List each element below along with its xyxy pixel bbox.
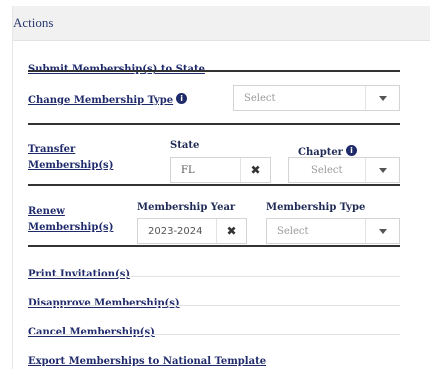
renew-memberships-link[interactable]: Renew Membership(s) bbox=[28, 206, 113, 233]
transfer-line2: Membership(s) bbox=[28, 160, 114, 171]
disapprove-row: Disapprove Membership(s) bbox=[28, 291, 400, 310]
transfer-memberships-link[interactable]: Transfer Membership(s) bbox=[28, 144, 113, 171]
divider bbox=[28, 276, 400, 277]
export-row: Export Memberships to National Template bbox=[28, 349, 400, 368]
divider bbox=[28, 334, 400, 335]
renew-line1: Renew bbox=[28, 206, 65, 217]
membership-type-select[interactable]: Select bbox=[266, 218, 400, 244]
info-icon[interactable]: i bbox=[176, 93, 188, 104]
membership-year-input[interactable]: 2023-2024 ✖ bbox=[137, 218, 247, 244]
info-icon[interactable]: i bbox=[345, 145, 357, 156]
cancel-memberships-link[interactable]: Cancel Membership(s) bbox=[28, 327, 155, 338]
cancel-row: Cancel Membership(s) bbox=[28, 320, 400, 339]
divider bbox=[28, 123, 400, 125]
divider bbox=[28, 305, 400, 306]
clear-icon[interactable]: ✖ bbox=[216, 219, 246, 243]
membership-type-label: Membership Type bbox=[266, 202, 366, 213]
change-membership-type-link[interactable]: Change Membership Type bbox=[28, 95, 173, 106]
clear-icon[interactable]: ✖ bbox=[240, 158, 270, 182]
select-placeholder: Select bbox=[244, 92, 276, 104]
membership-year-label: Membership Year bbox=[137, 202, 236, 213]
disapprove-memberships-link[interactable]: Disapprove Membership(s) bbox=[28, 298, 180, 309]
membership-year-value: 2023-2024 bbox=[148, 225, 203, 237]
change-type-select[interactable]: Select bbox=[233, 85, 400, 111]
submit-row: Submit Membership(s) to State bbox=[28, 57, 400, 76]
chevron-down-icon[interactable] bbox=[365, 219, 399, 243]
renew-row: Renew Membership(s) bbox=[28, 202, 128, 234]
chevron-down-icon[interactable] bbox=[365, 158, 399, 182]
panel-header: Actions bbox=[13, 6, 430, 41]
divider bbox=[28, 245, 400, 247]
state-value: FL bbox=[181, 164, 195, 176]
chevron-down-icon[interactable] bbox=[365, 86, 399, 110]
state-label: State bbox=[170, 140, 200, 151]
state-input[interactable]: FL ✖ bbox=[170, 157, 271, 183]
export-memberships-link[interactable]: Export Memberships to National Template bbox=[28, 356, 266, 367]
panel-title: Actions bbox=[13, 15, 54, 30]
divider bbox=[28, 70, 400, 72]
print-row: Print Invitation(s) bbox=[28, 262, 400, 281]
renew-line2: Membership(s) bbox=[28, 222, 114, 233]
print-invitations-link[interactable]: Print Invitation(s) bbox=[28, 269, 130, 280]
transfer-row: Transfer Membership(s) bbox=[28, 140, 128, 172]
select-placeholder: Select bbox=[277, 225, 309, 237]
transfer-line1: Transfer bbox=[28, 144, 76, 155]
select-placeholder: Select bbox=[311, 164, 343, 176]
divider bbox=[28, 184, 400, 186]
chapter-select[interactable]: Select bbox=[288, 157, 400, 183]
